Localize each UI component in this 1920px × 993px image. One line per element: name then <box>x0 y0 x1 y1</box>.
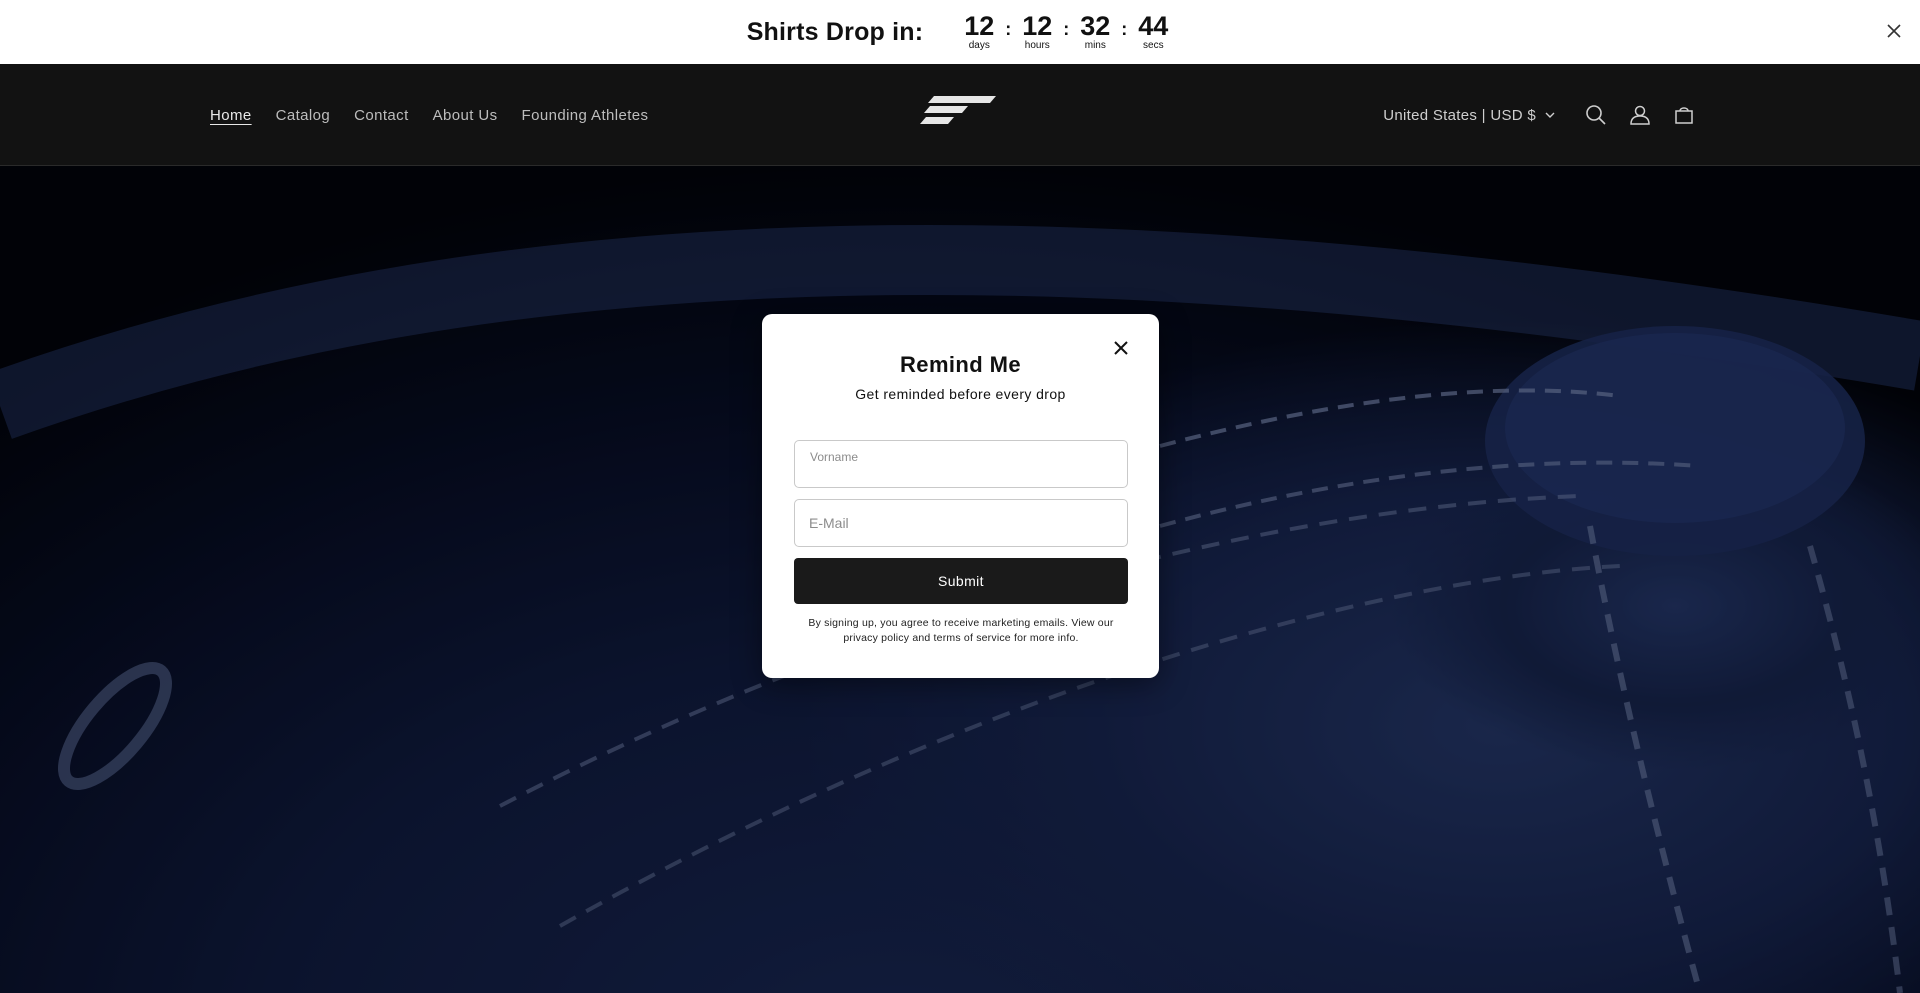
countdown-mins-label: mins <box>1084 40 1106 51</box>
countdown-secs: 44 secs <box>1133 12 1173 52</box>
nav-about-us[interactable]: About Us <box>433 107 498 124</box>
countdown-mins-value: 32 <box>1080 11 1111 41</box>
nav-founding-athletes[interactable]: Founding Athletes <box>522 107 649 124</box>
countdown-secs-label: secs <box>1143 40 1164 51</box>
countdown-hours-value: 12 <box>1022 11 1053 41</box>
header-actions: United States | USD $ <box>1383 64 1706 166</box>
countdown-separator: : <box>1005 19 1012 39</box>
country-currency-selector[interactable]: United States | USD $ <box>1383 107 1556 124</box>
announcement-bar: Shirts Drop in: 12 days : 12 hours : 32 … <box>0 0 1920 64</box>
nav-contact[interactable]: Contact <box>354 107 409 124</box>
nav-home[interactable]: Home <box>210 107 252 124</box>
account-icon <box>1630 105 1650 125</box>
remind-me-modal: Remind Me Get reminded before every drop… <box>762 314 1159 678</box>
countdown-days-value: 12 <box>964 11 995 41</box>
modal-subtitle: Get reminded before every drop <box>855 386 1066 402</box>
submit-button[interactable]: Submit <box>794 558 1128 604</box>
countdown-separator: : <box>1063 19 1070 39</box>
drop-title: Shirts Drop in: <box>746 17 924 46</box>
first-name-label: Vorname <box>810 450 859 464</box>
countdown-days-label: days <box>968 40 990 51</box>
legal-disclaimer: By signing up, you agree to receive mark… <box>808 617 1114 644</box>
email-field <box>794 499 1128 547</box>
main-nav: Home Catalog Contact About Us Founding A… <box>210 64 648 166</box>
first-name-field: Vorname <box>794 440 1128 488</box>
cart-icon <box>1675 107 1693 124</box>
countdown-hours: 12 hours <box>1017 12 1057 52</box>
countdown-timer: 12 days : 12 hours : 32 mins : 44 secs <box>959 12 1173 52</box>
countdown-separator: : <box>1121 19 1128 39</box>
countdown-days: 12 days <box>959 12 999 52</box>
search-icon <box>1586 105 1606 125</box>
search-button[interactable] <box>1574 93 1618 137</box>
announcement-close-button[interactable] <box>1880 18 1908 46</box>
cart-button[interactable] <box>1662 93 1706 137</box>
currency-label: United States | USD $ <box>1383 106 1536 124</box>
close-icon <box>1887 24 1901 38</box>
account-button[interactable] <box>1618 93 1662 137</box>
nav-catalog[interactable]: Catalog <box>276 107 331 124</box>
modal-title: Remind Me <box>900 352 1021 377</box>
countdown-hours-label: hours <box>1024 40 1050 51</box>
brand-logo-icon <box>920 96 996 124</box>
countdown-secs-value: 44 <box>1138 11 1169 41</box>
email-input[interactable] <box>795 500 1127 546</box>
first-name-input[interactable] <box>795 441 1127 487</box>
brand-logo-link[interactable] <box>920 96 996 124</box>
countdown-mins: 32 mins <box>1075 12 1115 52</box>
site-header: Home Catalog Contact About Us Founding A… <box>0 64 1920 166</box>
chevron-down-icon <box>1545 112 1555 118</box>
